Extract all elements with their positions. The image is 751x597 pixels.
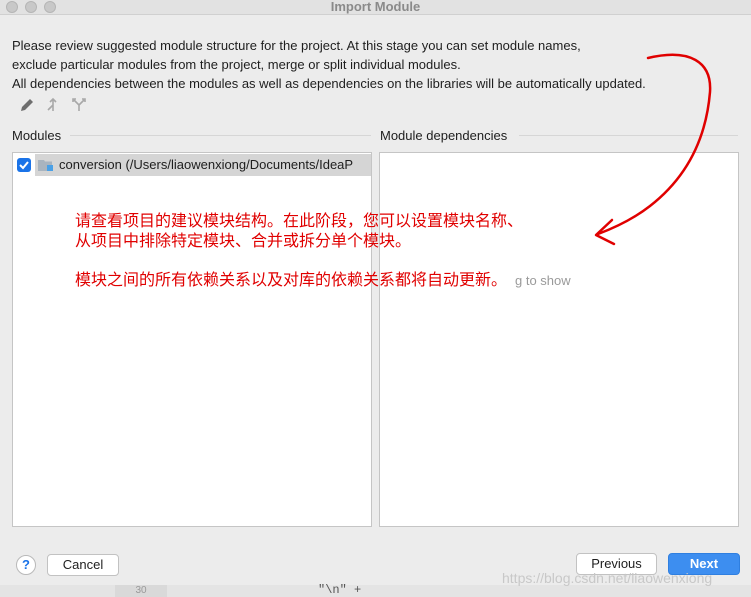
background-code: "\n" +	[318, 583, 362, 597]
help-button[interactable]: ?	[16, 555, 36, 575]
cancel-button[interactable]: Cancel	[47, 554, 119, 576]
annotation-arrow-icon	[594, 53, 712, 246]
background-line-number: 30	[115, 585, 167, 597]
background-editor-strip	[0, 585, 751, 597]
watermark: https://blog.csdn.net/liaowenxiong	[502, 570, 713, 586]
